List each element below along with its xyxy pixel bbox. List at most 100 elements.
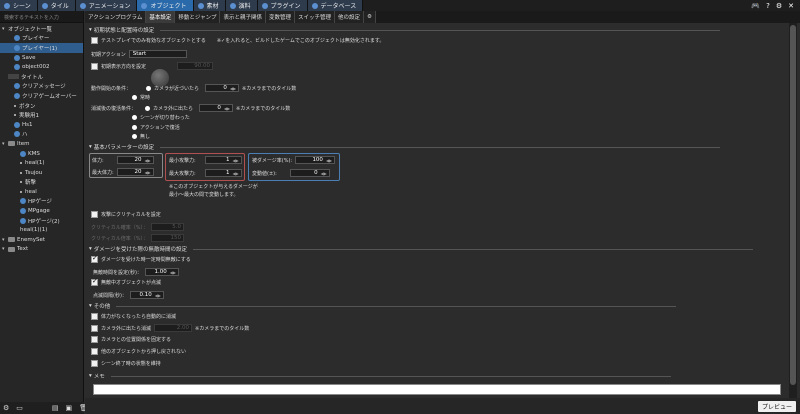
close-icon[interactable]: ✕ (788, 2, 794, 10)
gear-icon[interactable]: ⚙ (776, 2, 782, 10)
sub-tab-3[interactable]: 表示と親子関係 (220, 11, 266, 23)
scrollbar-thumb[interactable] (790, 25, 796, 385)
settings-scrollbar[interactable] (789, 23, 797, 398)
tree-item[interactable]: プレイヤー(1) (0, 43, 83, 53)
crit-rate-input[interactable]: 5.0 (150, 223, 184, 231)
sub-tab-2[interactable]: 移動とジャンプ (175, 11, 221, 23)
top-tab-2[interactable]: アニメーション (75, 0, 138, 11)
top-right-icons: 🎮 ? ⚙ ✕ (751, 2, 800, 10)
preview-button[interactable]: プレビュー (757, 401, 796, 412)
maxhp-input[interactable]: 20 ◀▶ (116, 168, 154, 176)
folder-icon[interactable]: ▭ (16, 404, 23, 412)
tree-item[interactable]: ▾ EnemySet (0, 235, 83, 245)
tree-item[interactable]: object002 (0, 62, 83, 72)
other-opt3-row[interactable]: カメラとの位置関係を固定する (91, 336, 171, 343)
top-tab-4[interactable]: 素材 (193, 0, 226, 11)
add-folder-icon[interactable]: ▤ (52, 404, 59, 412)
add-object-icon[interactable]: ▣ (66, 404, 73, 412)
revive-scene-row[interactable]: シーンが切り替わった (132, 114, 190, 121)
camera-remove-checkbox[interactable] (91, 324, 98, 332)
memo-textarea[interactable] (93, 384, 781, 395)
no-pushback-checkbox[interactable] (91, 348, 98, 355)
tree-item[interactable]: 斬撃 (0, 178, 83, 188)
tree-item[interactable]: heal(1) (0, 158, 83, 168)
tree-item[interactable]: HPゲージ(2) (0, 216, 83, 226)
top-tab-5[interactable]: 演料 (225, 0, 258, 11)
critical-row[interactable]: 攻撃にクリティカルを設定 (91, 211, 161, 218)
top-tab-3[interactable]: オブジェクト (137, 0, 194, 11)
init-action-select[interactable]: Start (128, 50, 187, 58)
other-opt4-row[interactable]: 他のオブジェクトから押し戻されない (91, 348, 186, 355)
revive-radio-none[interactable] (132, 134, 137, 139)
tree-item[interactable]: MPgage (0, 206, 83, 216)
tree-item[interactable]: KMS (0, 149, 83, 159)
tree-item[interactable]: Save (0, 53, 83, 63)
revive-action-row[interactable]: アクションで復活 (132, 124, 180, 131)
keep-state-checkbox[interactable] (91, 360, 98, 367)
tree-item-label: クリアメッセージ (22, 84, 66, 91)
auto-remove-checkbox[interactable] (91, 313, 98, 320)
revive-none-row[interactable]: 無し (132, 133, 150, 140)
tree-item[interactable]: heal (0, 187, 83, 197)
sub-tab-gear-icon[interactable]: ⚙ (364, 11, 376, 23)
tree-item[interactable]: クリアゲームオーバー (0, 91, 83, 101)
sub-tab-4[interactable]: 変数管理 (266, 11, 296, 23)
sub-tab-1[interactable]: 基本設定 (146, 11, 176, 23)
other-opt5-row[interactable]: シーン終了時の状態を維持 (91, 360, 161, 367)
blink-checkbox[interactable] (91, 277, 98, 286)
top-tab-0[interactable]: シーン (0, 0, 38, 11)
revive-radio-camera[interactable] (145, 105, 151, 111)
top-tab-1[interactable]: タイル (37, 0, 76, 11)
tree-item[interactable]: プレイヤー (0, 34, 83, 44)
start-always-row[interactable]: 常時 (132, 94, 150, 101)
invincible-row[interactable]: ダメージを受けた時一定時間無敵にする (91, 254, 191, 263)
revive-radio-action[interactable] (132, 125, 137, 130)
tree-item-label: クリアゲームオーバー (22, 93, 77, 100)
crit-mult-input[interactable]: 150 (150, 234, 184, 242)
revive-radio-scene[interactable] (132, 115, 137, 120)
other-opt1-row[interactable]: 体力がなくなったら自動的に消滅 (91, 313, 176, 320)
top-tab-6[interactable]: プラグイン (257, 0, 308, 11)
invincible-checkbox[interactable] (91, 254, 98, 263)
sub-tab-5[interactable]: スイッチ管理 (295, 11, 336, 23)
test-only-row[interactable]: テストプレイでのみ有効なオブジェクトとする ※✓を入れると、ビルドしたゲームでこの… (91, 37, 384, 44)
start-tiles-input[interactable]: 0 ◀▶ (205, 84, 240, 92)
revive-tiles-input[interactable]: 0 ◀▶ (199, 104, 234, 112)
blink-row[interactable]: 無敵中オブジェクトが点滅 (91, 277, 161, 286)
test-only-checkbox[interactable] (91, 37, 98, 44)
tree-item[interactable]: ▾ Item (0, 139, 83, 149)
sub-tab-6[interactable]: 他の設定 (335, 11, 365, 23)
fix-camera-checkbox[interactable] (91, 336, 98, 343)
maxatk-input[interactable]: 1 ◀▶ (204, 169, 242, 177)
dmgrate-input[interactable]: 100 ◀▶ (295, 156, 336, 164)
top-tab-7[interactable]: データベース (307, 0, 364, 11)
tree-item[interactable]: ボタン (0, 101, 83, 111)
hp-row: 体力: 20 ◀▶ (92, 156, 154, 164)
tree-item[interactable]: Tsujou (0, 168, 83, 178)
blink-interval-input[interactable]: 0.10 ◀▶ (129, 291, 164, 299)
tree-item[interactable]: タイトル (0, 72, 83, 82)
start-radio-camera[interactable] (146, 85, 152, 91)
gear-icon[interactable]: ⚙ (3, 404, 9, 412)
tree-item[interactable]: ハ (0, 130, 83, 140)
tree-item[interactable]: ▾ オブジェクト一覧 (0, 24, 83, 34)
help-icon[interactable]: ? (766, 2, 770, 10)
critical-checkbox[interactable] (91, 211, 98, 218)
tree-item[interactable]: ▾ Text (0, 245, 83, 255)
minatk-input[interactable]: 1 ◀▶ (204, 156, 242, 164)
init-dir-checkbox[interactable] (91, 62, 98, 70)
sub-tab-0[interactable]: アクションプログラム (85, 11, 147, 23)
game-icon[interactable]: 🎮 (751, 2, 760, 10)
hp-input[interactable]: 20 ◀▶ (116, 156, 154, 164)
tree-item[interactable]: クリアメッセージ (0, 82, 83, 92)
tree-item[interactable]: HPゲージ (0, 197, 83, 207)
start-radio-always[interactable] (132, 95, 137, 100)
tree-item[interactable]: Hs1 (0, 120, 83, 130)
search-input[interactable]: 検索するテキストを入力 (0, 11, 83, 23)
variance-input[interactable]: 0 ◀▶ (289, 169, 330, 177)
init-dir-input[interactable]: 90.00 (177, 62, 214, 70)
tree-item[interactable]: 実験用1 (0, 110, 83, 120)
camera-remove-input[interactable]: 2.00 (154, 324, 193, 332)
tree-item[interactable]: heal(1)(1) (0, 225, 83, 235)
invincible-time-input[interactable]: 1.00 ◀▶ (144, 268, 179, 276)
